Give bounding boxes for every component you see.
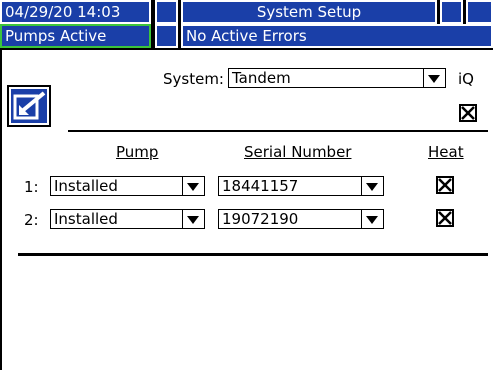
chevron-down-icon[interactable]: [182, 177, 204, 195]
status-indicator-blank-3: [466, 0, 493, 24]
panel-left-border: [0, 48, 2, 370]
iq-label-text: iQ: [458, 70, 474, 88]
status-indicator-blank-2: [440, 0, 463, 24]
heat-header-text: Heat: [428, 143, 464, 161]
system-dropdown[interactable]: Tandem: [228, 68, 446, 88]
chevron-down-icon[interactable]: [182, 210, 204, 228]
iq-label: iQ: [458, 70, 474, 88]
check-x-icon: [438, 211, 452, 225]
status-indicator-blank-1: [155, 0, 178, 24]
serial-2-value: 19072190: [222, 210, 299, 228]
row-index-text: 2:: [24, 211, 39, 229]
pump-2-value: Installed: [54, 210, 118, 228]
heat-2-checkbox[interactable]: [436, 209, 454, 227]
pump-2-dropdown[interactable]: Installed: [50, 209, 205, 229]
edit-button[interactable]: [7, 85, 51, 127]
system-label: System:: [163, 70, 224, 88]
serial-column-header: Serial Number: [244, 143, 351, 161]
errors-status-text: No Active Errors: [186, 27, 307, 45]
row-index: 2:: [24, 211, 39, 229]
panel-top-border: [0, 48, 493, 50]
pump-column-header: Pump: [116, 143, 158, 161]
edit-arrow-icon: [13, 91, 46, 120]
check-x-icon: [461, 106, 475, 120]
serial-1-dropdown[interactable]: 18441157: [218, 176, 384, 196]
section-divider: [68, 130, 488, 132]
errors-status: No Active Errors: [181, 24, 493, 48]
serial-header-text: Serial Number: [244, 143, 352, 161]
iq-checkbox[interactable]: [459, 104, 477, 122]
pumps-status-text: Pumps Active: [5, 27, 107, 45]
pump-1-dropdown[interactable]: Installed: [50, 176, 205, 196]
screen-title-text: System Setup: [256, 3, 362, 21]
system-label-text: System:: [163, 70, 224, 88]
serial-1-value: 18441157: [222, 177, 299, 195]
serial-2-dropdown[interactable]: 19072190: [218, 209, 384, 229]
chevron-down-icon[interactable]: [361, 210, 383, 228]
pump-header-text: Pump: [116, 143, 159, 161]
check-x-icon: [438, 178, 452, 192]
pumps-status: Pumps Active: [0, 24, 151, 48]
chevron-down-icon[interactable]: [361, 177, 383, 195]
system-dropdown-value: Tandem: [232, 69, 291, 87]
status-indicator-blank-4: [155, 24, 178, 48]
table-bottom-divider: [18, 253, 488, 256]
heat-1-checkbox[interactable]: [436, 176, 454, 194]
row-index-text: 1:: [24, 178, 39, 196]
datetime-display: 04/29/20 14:03: [0, 0, 151, 24]
heat-column-header: Heat: [428, 143, 464, 161]
chevron-down-icon[interactable]: [423, 69, 445, 87]
screen-title: System Setup: [181, 0, 437, 24]
pump-1-value: Installed: [54, 177, 118, 195]
datetime-text: 04/29/20 14:03: [5, 3, 121, 21]
row-index: 1:: [24, 178, 39, 196]
